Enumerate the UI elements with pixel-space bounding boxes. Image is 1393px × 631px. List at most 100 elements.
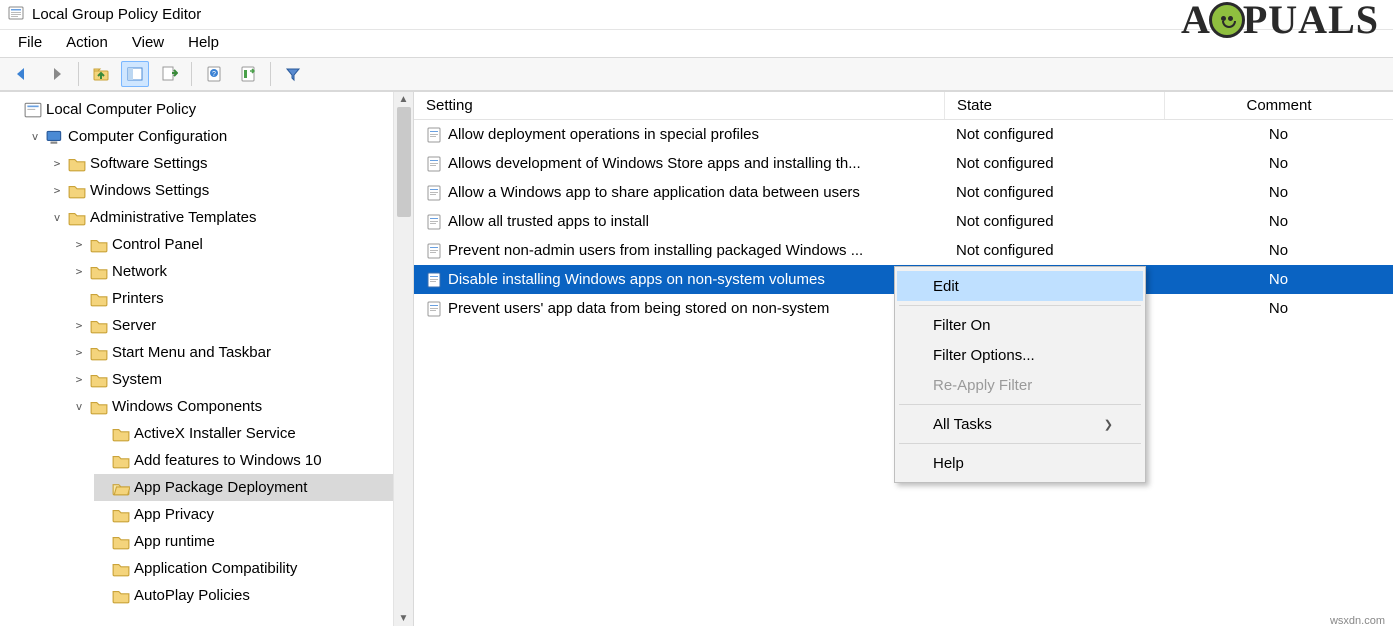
back-button[interactable] bbox=[8, 61, 36, 87]
computer-icon bbox=[46, 129, 64, 145]
tree-computer-configuration[interactable]: v Computer Configuration bbox=[28, 123, 413, 150]
tree-activex-installer[interactable]: ActiveX Installer Service bbox=[94, 420, 413, 447]
watermark-text: A bbox=[1181, 0, 1211, 43]
twisty-open-icon[interactable]: v bbox=[50, 211, 64, 224]
list-item[interactable]: Allow a Windows app to share application… bbox=[414, 178, 1393, 207]
folder-icon bbox=[90, 399, 108, 415]
toolbar-separator bbox=[78, 62, 79, 86]
policy-icon bbox=[24, 102, 42, 118]
context-menu-help[interactable]: Help bbox=[897, 448, 1143, 478]
main-area: Local Computer Policy v Computer Configu… bbox=[0, 91, 1393, 626]
scroll-thumb[interactable] bbox=[397, 107, 411, 217]
show-hide-tree-button[interactable] bbox=[121, 61, 149, 87]
filter-button[interactable] bbox=[279, 61, 307, 87]
watermark-logo: A PUALS bbox=[1181, 0, 1379, 43]
cell-comment: No bbox=[1164, 242, 1393, 259]
context-menu-label: All Tasks bbox=[933, 416, 992, 433]
tree-label: ActiveX Installer Service bbox=[134, 425, 296, 442]
menu-file[interactable]: File bbox=[18, 34, 42, 51]
folder-icon bbox=[90, 264, 108, 280]
list-item[interactable]: Allows development of Windows Store apps… bbox=[414, 149, 1393, 178]
help-button[interactable]: ? bbox=[200, 61, 228, 87]
twisty-closed-icon[interactable]: > bbox=[72, 265, 86, 278]
cell-setting: Prevent users' app data from being store… bbox=[448, 300, 829, 317]
twisty-closed-icon[interactable]: > bbox=[50, 184, 64, 197]
chevron-right-icon: ❯ bbox=[1104, 418, 1113, 431]
context-menu-edit[interactable]: Edit bbox=[897, 271, 1143, 301]
context-menu-separator bbox=[899, 305, 1141, 306]
tree-server[interactable]: >Server bbox=[72, 312, 413, 339]
tree-system[interactable]: > System bbox=[72, 366, 413, 393]
context-menu-all-tasks[interactable]: All Tasks ❯ bbox=[897, 409, 1143, 439]
cell-setting: Allow a Windows app to share application… bbox=[448, 184, 860, 201]
folder-icon bbox=[112, 453, 130, 469]
tree-app-runtime[interactable]: App runtime bbox=[94, 528, 413, 555]
toolbar: ? bbox=[0, 57, 1393, 91]
tree-windows-settings[interactable]: >Windows Settings bbox=[50, 177, 413, 204]
tree-scrollbar[interactable]: ▲ ▼ bbox=[393, 92, 413, 626]
tree-label: App Package Deployment bbox=[134, 479, 307, 496]
tree-printers[interactable]: Printers bbox=[72, 285, 413, 312]
context-menu-filter-on[interactable]: Filter On bbox=[897, 310, 1143, 340]
tree-label: App runtime bbox=[134, 533, 215, 550]
context-menu: Edit Filter On Filter Options... Re-Appl… bbox=[894, 266, 1146, 483]
tree-label: Start Menu and Taskbar bbox=[112, 344, 271, 361]
list-item[interactable]: Allow all trusted apps to install Not co… bbox=[414, 207, 1393, 236]
cell-setting: Allows development of Windows Store apps… bbox=[448, 155, 861, 172]
tree-label: System bbox=[112, 371, 162, 388]
folder-icon bbox=[112, 534, 130, 550]
tree-add-features-win10[interactable]: Add features to Windows 10 bbox=[94, 447, 413, 474]
cell-comment: No bbox=[1164, 126, 1393, 143]
credit-text: wsxdn.com bbox=[1330, 615, 1385, 627]
folder-open-icon bbox=[112, 480, 130, 496]
tree-administrative-templates[interactable]: v Administrative Templates bbox=[50, 204, 413, 231]
twisty-closed-icon[interactable]: > bbox=[72, 346, 86, 359]
twisty-open-icon[interactable]: v bbox=[72, 400, 86, 413]
twisty-closed-icon[interactable]: > bbox=[72, 319, 86, 332]
policy-item-icon bbox=[426, 272, 442, 288]
twisty-closed-icon[interactable]: > bbox=[72, 238, 86, 251]
menu-view[interactable]: View bbox=[132, 34, 164, 51]
tree-app-privacy[interactable]: App Privacy bbox=[94, 501, 413, 528]
tree-network[interactable]: >Network bbox=[72, 258, 413, 285]
tree-application-compatibility[interactable]: Application Compatibility bbox=[94, 555, 413, 582]
twisty-closed-icon[interactable]: > bbox=[72, 373, 86, 386]
folder-icon bbox=[112, 588, 130, 604]
toolbar-separator bbox=[270, 62, 271, 86]
scroll-down-icon[interactable]: ▼ bbox=[399, 613, 409, 624]
tree-software-settings[interactable]: >Software Settings bbox=[50, 150, 413, 177]
cell-state: Not configured bbox=[944, 155, 1164, 172]
list-item[interactable]: Allow deployment operations in special p… bbox=[414, 120, 1393, 149]
twisty-open-icon[interactable]: v bbox=[28, 130, 42, 143]
export-list-button[interactable] bbox=[155, 61, 183, 87]
list-item[interactable]: Prevent non-admin users from installing … bbox=[414, 236, 1393, 265]
menu-action[interactable]: Action bbox=[66, 34, 108, 51]
column-state[interactable]: State bbox=[944, 92, 1164, 119]
scroll-up-icon[interactable]: ▲ bbox=[399, 94, 409, 105]
context-menu-filter-options[interactable]: Filter Options... bbox=[897, 340, 1143, 370]
context-menu-label: Edit bbox=[933, 278, 959, 295]
tree-control-panel[interactable]: >Control Panel bbox=[72, 231, 413, 258]
context-menu-separator bbox=[899, 404, 1141, 405]
properties-button[interactable] bbox=[234, 61, 262, 87]
context-menu-separator bbox=[899, 443, 1141, 444]
forward-button[interactable] bbox=[42, 61, 70, 87]
column-setting[interactable]: Setting bbox=[414, 97, 944, 114]
twisty-closed-icon[interactable]: > bbox=[50, 157, 64, 170]
tree-root[interactable]: Local Computer Policy bbox=[6, 96, 413, 123]
tree-label: Administrative Templates bbox=[90, 209, 256, 226]
folder-icon bbox=[90, 372, 108, 388]
column-comment[interactable]: Comment bbox=[1164, 92, 1393, 119]
cell-comment: No bbox=[1164, 271, 1393, 288]
up-button[interactable] bbox=[87, 61, 115, 87]
policy-tree[interactable]: Local Computer Policy v Computer Configu… bbox=[6, 96, 413, 609]
tree-windows-components[interactable]: vWindows Components bbox=[72, 393, 413, 420]
tree-label: Application Compatibility bbox=[134, 560, 297, 577]
folder-icon bbox=[112, 507, 130, 523]
cell-setting: Allow deployment operations in special p… bbox=[448, 126, 759, 143]
tree-start-menu-taskbar[interactable]: > Start Menu and Taskbar bbox=[72, 339, 413, 366]
tree-autoplay-policies[interactable]: AutoPlay Policies bbox=[94, 582, 413, 609]
tree-app-package-deployment[interactable]: App Package Deployment bbox=[94, 474, 413, 501]
folder-icon bbox=[68, 183, 86, 199]
menu-help[interactable]: Help bbox=[188, 34, 219, 51]
